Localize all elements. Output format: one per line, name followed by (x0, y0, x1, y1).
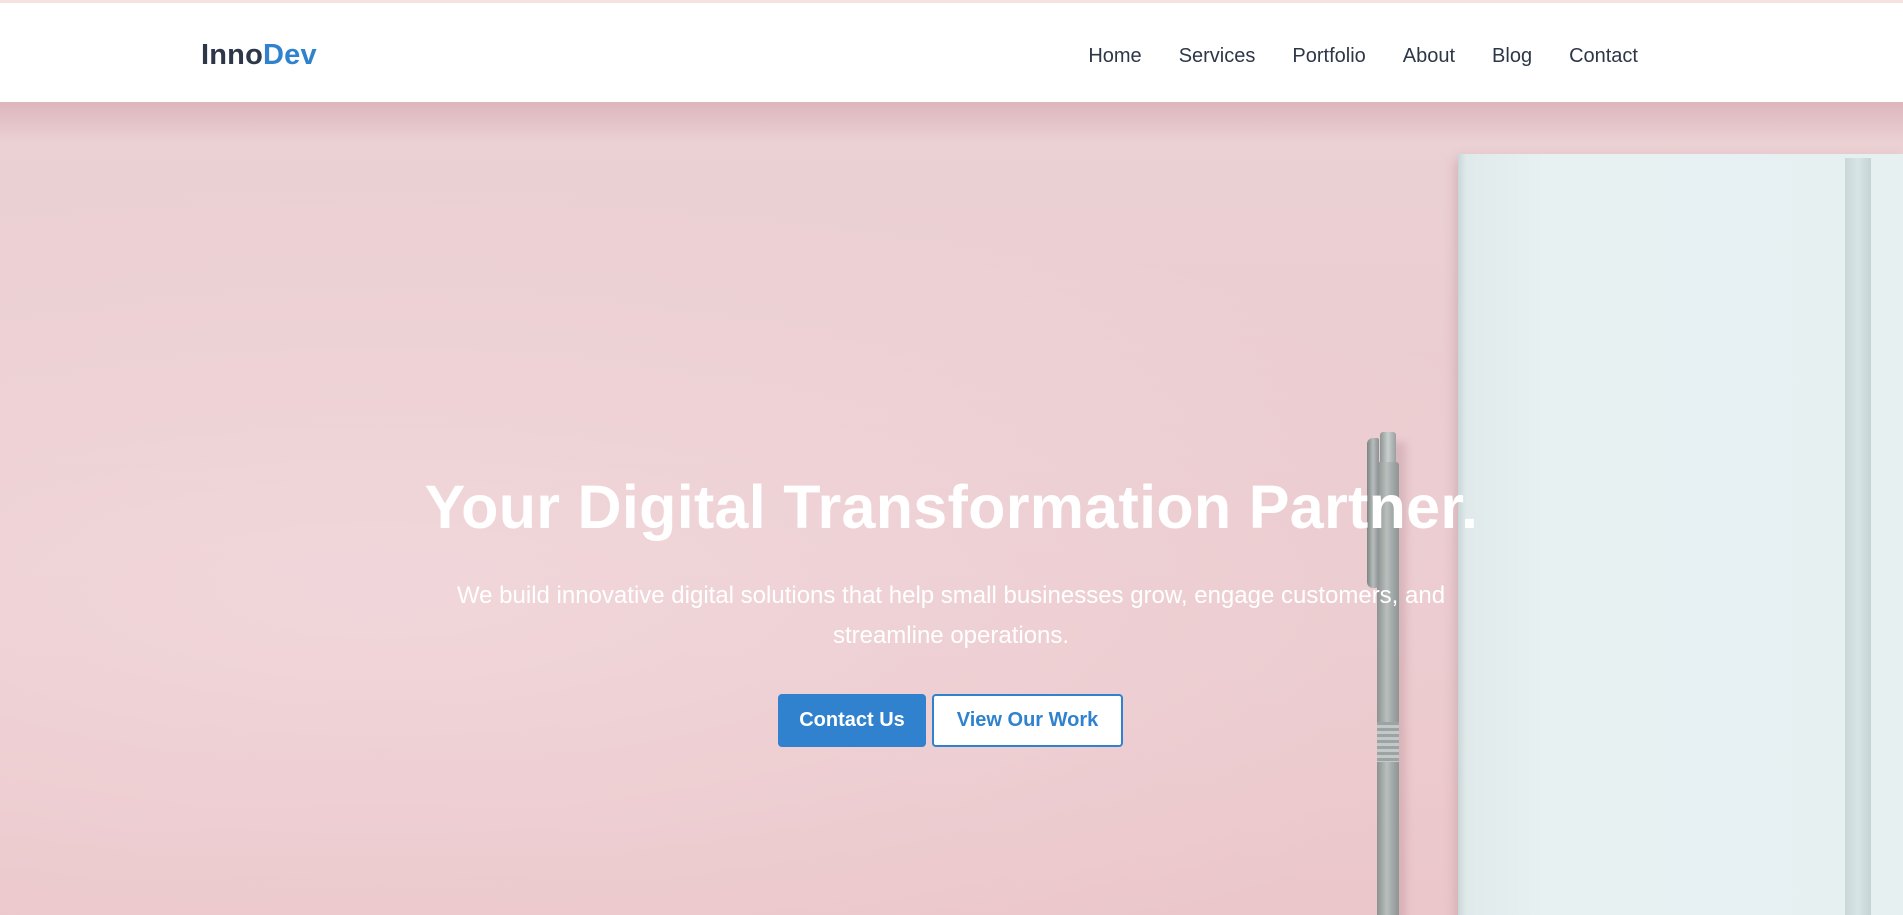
nav-home[interactable]: Home (1088, 44, 1141, 68)
nav-contact[interactable]: Contact (1569, 44, 1638, 68)
nav-services[interactable]: Services (1179, 44, 1256, 68)
logo-text-dev: Dev (263, 39, 317, 71)
logo-text-inno: Inno (201, 39, 264, 71)
pen-cap (1380, 432, 1396, 464)
page: InnoDev Home Services Portfolio About Bl… (0, 0, 1903, 915)
contact-us-button[interactable]: Contact Us (778, 694, 926, 747)
view-our-work-button[interactable]: View Our Work (932, 694, 1123, 747)
logo[interactable]: InnoDev (201, 39, 317, 71)
site-header: InnoDev Home Services Portfolio About Bl… (0, 3, 1903, 102)
main-nav: Home Services Portfolio About Blog Conta… (1088, 44, 1638, 68)
nav-blog[interactable]: Blog (1492, 44, 1532, 68)
nav-about[interactable]: About (1403, 44, 1455, 68)
nav-portfolio[interactable]: Portfolio (1292, 44, 1365, 68)
pen-grip (1377, 722, 1399, 762)
hero-subtitle: We build innovative digital solutions th… (456, 582, 1446, 649)
hero-section: Your Digital Transformation Partner. We … (0, 102, 1903, 915)
header-shadow (0, 102, 1903, 142)
hero-title: Your Digital Transformation Partner. (424, 473, 1479, 541)
